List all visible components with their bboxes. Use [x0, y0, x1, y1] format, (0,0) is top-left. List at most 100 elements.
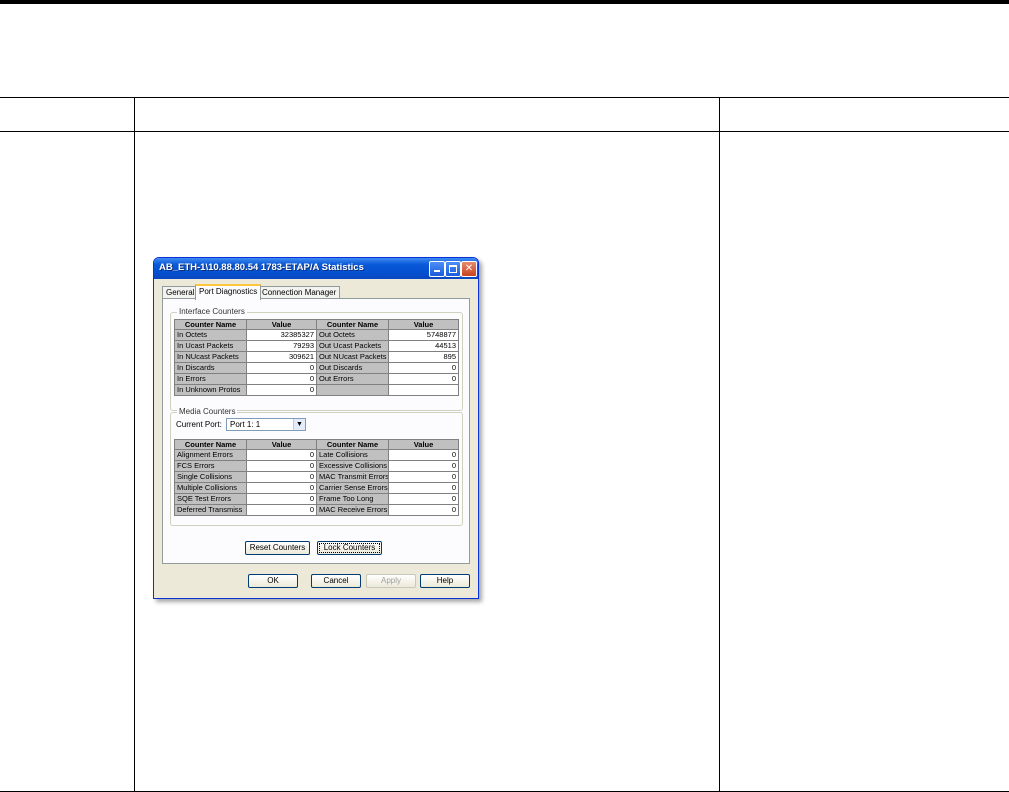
current-port-value: Port 1: 1: [230, 420, 261, 429]
counter-name: [316, 384, 389, 396]
counter-value: 0: [246, 482, 317, 494]
column-divider-2: [719, 97, 720, 792]
close-icon[interactable]: ✕: [461, 261, 477, 277]
counter-value: 0: [388, 504, 459, 516]
counter-name: Late Collisions: [316, 449, 389, 461]
counter-name: SQE Test Errors: [174, 493, 247, 505]
counter-name: Multiple Collisions: [174, 482, 247, 494]
tab-port-diagnostics[interactable]: Port Diagnostics: [195, 284, 262, 300]
counter-value: 32385327: [246, 329, 317, 341]
chevron-down-icon[interactable]: ▼: [293, 419, 305, 430]
counter-value: 0: [388, 493, 459, 505]
counter-name: In Ucast Packets: [174, 340, 247, 352]
counter-name: FCS Errors: [174, 460, 247, 472]
statistics-dialog: AB_ETH-1\10.88.80.54 1783-ETAP/A Statist…: [153, 257, 479, 599]
counter-value: 0: [388, 373, 459, 385]
counter-name: MAC Receive Errors: [316, 504, 389, 516]
media-counters-table: Counter Name Value Counter Name Value Al…: [174, 439, 459, 516]
table-row: Multiple Collisions 0 Carrier Sense Erro…: [174, 482, 459, 494]
title-bar[interactable]: AB_ETH-1\10.88.80.54 1783-ETAP/A Statist…: [154, 258, 478, 279]
port-diagnostics-panel: Interface Counters Counter Name Value Co…: [162, 298, 470, 564]
window-title: AB_ETH-1\10.88.80.54 1783-ETAP/A Statist…: [159, 262, 364, 273]
column-header[interactable]: Value: [388, 439, 459, 450]
counter-value: 0: [246, 362, 317, 374]
counter-name: Single Collisions: [174, 471, 247, 483]
table-row: In Errors 0 Out Errors 0: [174, 373, 459, 385]
apply-button[interactable]: Apply: [366, 574, 416, 588]
tab-general[interactable]: General: [162, 286, 199, 298]
tab-connection-manager[interactable]: Connection Manager: [258, 286, 341, 298]
counter-name: Deferred Transmiss: [174, 504, 247, 516]
counter-name: Out Errors: [316, 373, 389, 385]
column-divider-1: [134, 97, 135, 792]
counter-value: 0: [246, 504, 317, 516]
interface-counters-group: Interface Counters Counter Name Value Co…: [170, 307, 463, 411]
counter-value: 5748877: [388, 329, 459, 341]
counter-name: Out Discards: [316, 362, 389, 374]
table-row: In NUcast Packets 309621 Out NUcast Pack…: [174, 351, 459, 363]
help-button[interactable]: Help: [420, 574, 470, 588]
counter-name: Out NUcast Packets: [316, 351, 389, 363]
table-row: Single Collisions 0 MAC Transmit Errors …: [174, 471, 459, 483]
column-header[interactable]: Value: [246, 439, 317, 450]
counter-value: 0: [246, 493, 317, 505]
column-header[interactable]: Counter Name: [174, 439, 247, 450]
counter-value: 0: [246, 384, 317, 396]
top-rule: [0, 0, 1009, 4]
counter-name: Out Ucast Packets: [316, 340, 389, 352]
maximize-icon[interactable]: [445, 261, 461, 277]
counter-value: [388, 384, 459, 396]
counter-value: 0: [246, 449, 317, 461]
counter-value: 0: [388, 482, 459, 494]
counter-name: Frame Too Long: [316, 493, 389, 505]
current-port-select[interactable]: Port 1: 1 ▼: [226, 418, 306, 431]
counter-name: In NUcast Packets: [174, 351, 247, 363]
table-row: SQE Test Errors 0 Frame Too Long 0: [174, 493, 459, 505]
interface-counters-table: Counter Name Value Counter Name Value In…: [174, 319, 459, 396]
counter-name: Carrier Sense Errors: [316, 482, 389, 494]
counter-name: Excessive Collisions: [316, 460, 389, 472]
counter-value: 79293: [246, 340, 317, 352]
counter-value: 0: [246, 471, 317, 483]
counter-value: 0: [388, 471, 459, 483]
current-port-label: Current Port:: [176, 420, 222, 429]
column-header[interactable]: Value: [388, 319, 459, 330]
reset-counters-button[interactable]: Reset Counters: [245, 541, 310, 555]
table-header-top-rule: [0, 97, 1009, 98]
counter-name: In Errors: [174, 373, 247, 385]
table-row: Deferred Transmiss 0 MAC Receive Errors …: [174, 504, 459, 516]
table-row: In Octets 32385327 Out Octets 5748877: [174, 329, 459, 341]
counter-value: 309621: [246, 351, 317, 363]
media-counters-group: Media Counters Current Port: Port 1: 1 ▼…: [170, 407, 463, 526]
lock-counters-button[interactable]: Lock Counters: [317, 541, 382, 555]
table-header-row: Counter Name Value Counter Name Value: [174, 439, 459, 450]
column-header[interactable]: Value: [246, 319, 317, 330]
minimize-icon[interactable]: [429, 261, 445, 277]
counter-value: 0: [388, 362, 459, 374]
counter-name: In Octets: [174, 329, 247, 341]
cancel-button[interactable]: Cancel: [311, 574, 361, 588]
interface-counters-legend: Interface Counters: [177, 307, 247, 316]
table-row: Alignment Errors 0 Late Collisions 0: [174, 449, 459, 461]
counter-value: 0: [246, 460, 317, 472]
counter-value: 0: [388, 460, 459, 472]
table-row: In Unknown Protos 0: [174, 384, 459, 396]
counter-name: MAC Transmit Errors: [316, 471, 389, 483]
counter-name: Out Octets: [316, 329, 389, 341]
counter-name: In Unknown Protos: [174, 384, 247, 396]
counter-value: 0: [388, 449, 459, 461]
table-row: In Ucast Packets 79293 Out Ucast Packets…: [174, 340, 459, 352]
column-header[interactable]: Counter Name: [316, 439, 389, 450]
counter-name: Alignment Errors: [174, 449, 247, 461]
counter-name: In Discards: [174, 362, 247, 374]
ok-button[interactable]: OK: [248, 574, 298, 588]
table-header-row: Counter Name Value Counter Name Value: [174, 319, 459, 330]
column-header[interactable]: Counter Name: [316, 319, 389, 330]
counter-value: 44513: [388, 340, 459, 352]
column-header[interactable]: Counter Name: [174, 319, 247, 330]
counter-value: 0: [246, 373, 317, 385]
media-counters-legend: Media Counters: [177, 407, 238, 416]
counter-value: 895: [388, 351, 459, 363]
table-row: FCS Errors 0 Excessive Collisions 0: [174, 460, 459, 472]
table-row: In Discards 0 Out Discards 0: [174, 362, 459, 374]
